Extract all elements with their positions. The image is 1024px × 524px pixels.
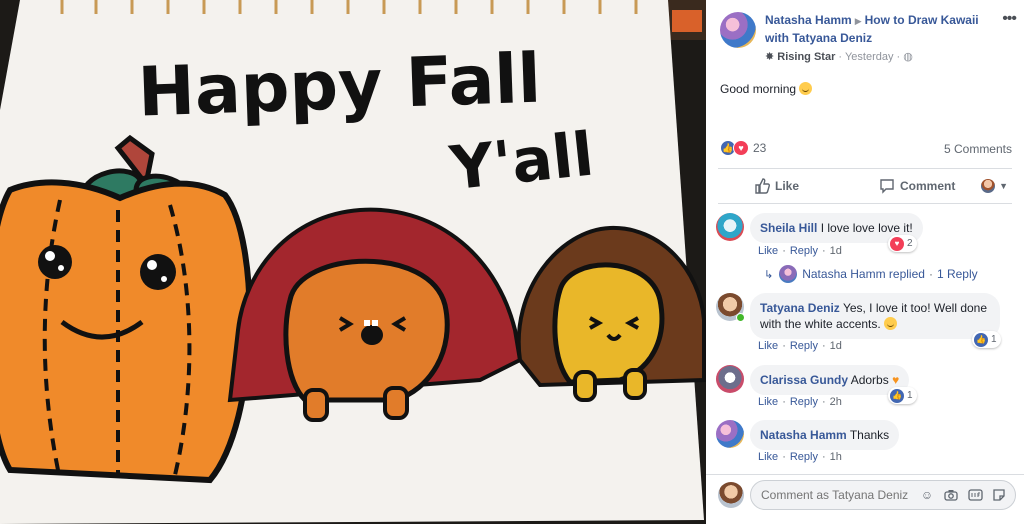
smile-emoji-icon — [799, 82, 813, 95]
online-status-dot — [736, 313, 745, 322]
comment-item: Tatyana Deniz Yes, I love it too! Well d… — [716, 293, 1016, 353]
pumpkin-drawing — [0, 134, 253, 484]
comment-text-line2: with the white accents. — [760, 317, 881, 331]
comment-item: Sheila Hill I love love love it! ♥ 2 Lik… — [716, 213, 1016, 263]
comment-bubble: Clarissa Gundy Adorbs ♥ — [750, 365, 910, 395]
sticker-icon[interactable] — [991, 487, 1007, 503]
post-header-title: Natasha Hamm ▶ How to Draw Kawaii with Tat… — [765, 12, 995, 47]
post-text: Good morning — [720, 82, 813, 96]
comment-input[interactable] — [761, 488, 911, 502]
replier-text: Natasha Hamm replied — [802, 267, 925, 281]
comment-text: I love love love it! — [820, 221, 913, 235]
comment-reaction-count: 2 — [907, 238, 913, 249]
author-avatar[interactable] — [720, 12, 756, 48]
comment-reply-link[interactable]: Reply — [790, 245, 818, 257]
comment-text: Adorbs — [850, 373, 889, 387]
like-button[interactable]: Like — [754, 178, 799, 194]
comment-reaction-badge[interactable]: 👍 1 — [972, 331, 1001, 348]
commenter-avatar[interactable] — [716, 213, 744, 241]
post-as-selector[interactable]: ▼ — [981, 179, 1008, 193]
comment-reaction-badge[interactable]: ♥ 2 — [888, 235, 917, 252]
post-side-panel: Natasha Hamm ▶ How to Draw Kawaii with Tat… — [706, 0, 1024, 524]
composer-icons: ☺ — [919, 487, 1007, 503]
photo-title-line1: Happy Fall — [137, 40, 543, 133]
comment-reply-link[interactable]: Reply — [790, 451, 818, 463]
commenter-name[interactable]: Natasha Hamm — [760, 428, 847, 442]
commenter-avatar[interactable] — [716, 365, 744, 393]
orange-heart-icon: ♥ — [892, 373, 900, 387]
comments-list: Sheila Hill I love love love it! ♥ 2 Lik… — [706, 205, 1024, 475]
commenter-name[interactable]: Tatyana Deniz — [760, 301, 840, 315]
comment-like-link[interactable]: Like — [758, 396, 778, 408]
camera-icon[interactable] — [943, 487, 959, 503]
reply-arrow-icon: ↳ — [764, 268, 774, 281]
comment-time[interactable]: 1d — [830, 245, 842, 257]
comment-like-link[interactable]: Like — [758, 451, 778, 463]
comment-input-box[interactable]: ☺ — [750, 480, 1016, 510]
reactions-summary[interactable]: 👍 ♥ 23 — [720, 140, 766, 156]
reaction-count: 23 — [753, 141, 767, 155]
current-user-avatar — [981, 179, 996, 193]
gif-icon[interactable] — [967, 487, 983, 503]
like-button-label: Like — [775, 179, 800, 193]
comment-actions: Like · Reply · 1h — [758, 451, 842, 463]
composer-avatar — [718, 482, 744, 508]
commenter-avatar[interactable] — [716, 420, 744, 448]
replier-avatar — [779, 265, 798, 283]
thumbs-up-icon — [755, 178, 770, 194]
post-timestamp[interactable]: Yesterday — [845, 51, 894, 63]
triangle-right-icon: ▶ — [854, 16, 862, 26]
comment-bubble: Natasha Hamm Thanks — [750, 420, 900, 450]
badge-star-icon: ✸ — [765, 51, 775, 63]
comment-reaction-count: 1 — [907, 390, 913, 401]
comments-count-link[interactable]: 5 Comments — [944, 142, 1012, 156]
comment-like-link[interactable]: Like — [758, 340, 778, 352]
love-reaction-icon: ♥ — [890, 236, 904, 251]
comment-item: Natasha Hamm Thanks Like · Reply · 1h — [716, 420, 1016, 470]
badge-label[interactable]: Rising Star — [777, 51, 835, 63]
comment-reaction-count: 1 — [991, 334, 997, 345]
author-name-link[interactable]: Natasha Hamm — [765, 13, 852, 27]
replies-summary[interactable]: ↳ Natasha Hamm replied · 1 Reply — [764, 265, 978, 283]
like-reaction-icon: 👍 — [974, 332, 988, 347]
post-text-content: Good morning — [720, 82, 797, 96]
comment-item: Clarissa Gundy Adorbs ♥ 👍 1 Like · Reply · 2… — [716, 365, 1016, 415]
post-actions: Like Comment ▼ — [718, 170, 1012, 202]
comment-like-link[interactable]: Like — [758, 245, 778, 257]
globe-icon[interactable]: ◍ — [903, 51, 913, 63]
comment-text: Thanks — [849, 428, 890, 442]
comment-button-label: Comment — [900, 179, 956, 193]
comment-time[interactable]: 2h — [830, 396, 842, 408]
more-options-icon[interactable]: ••• — [1002, 10, 1017, 28]
comment-time[interactable]: 1d — [830, 340, 842, 352]
comment-actions: Like · Reply · 1d — [758, 340, 842, 352]
emoji-picker-icon[interactable]: ☺ — [919, 487, 935, 503]
comment-bubble-icon — [880, 179, 894, 194]
like-reaction-icon: 👍 — [890, 388, 904, 403]
comment-reply-link[interactable]: Reply — [790, 396, 818, 408]
comment-bubble: Tatyana Deniz Yes, I love it too! Well d… — [750, 293, 1000, 339]
reply-count: 1 Reply — [936, 267, 978, 281]
comment-reply-link[interactable]: Reply — [790, 340, 818, 352]
comment-time[interactable]: 1h — [830, 451, 842, 463]
post-meta: ✸ Rising Star · Yesterday · ◍ — [765, 51, 913, 63]
comment-reaction-badge[interactable]: 👍 1 — [888, 387, 917, 404]
comment-actions: Like · Reply · 1d — [758, 245, 842, 257]
divider — [718, 203, 1012, 204]
comment-text-line1: Yes, I love it too! Well done — [842, 301, 988, 315]
commenter-name[interactable]: Sheila Hill — [760, 221, 817, 235]
divider — [718, 168, 1012, 169]
comment-composer: ☺ — [706, 474, 1024, 524]
caret-down-icon: ▼ — [999, 181, 1008, 191]
post-photo[interactable]: Happy Fall Y'all — [0, 0, 706, 524]
comment-actions: Like · Reply · 2h — [758, 396, 842, 408]
comment-button[interactable]: Comment — [879, 178, 955, 194]
love-reaction-icon: ♥ — [733, 140, 749, 156]
smile-emoji-icon — [884, 317, 898, 330]
commenter-name[interactable]: Clarissa Gundy — [760, 373, 848, 387]
